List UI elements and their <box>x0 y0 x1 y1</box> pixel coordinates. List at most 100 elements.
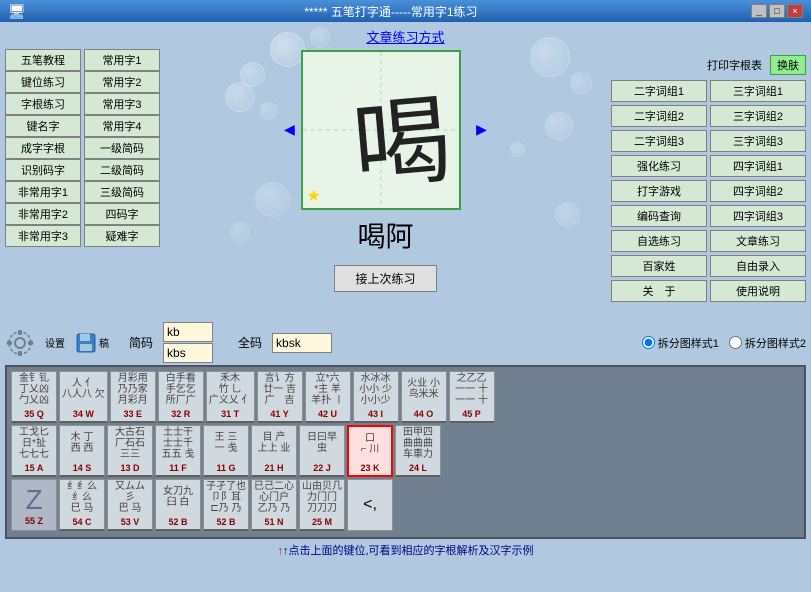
left-menu-btn[interactable]: 字根练习 <box>5 93 81 115</box>
char-prev-button[interactable]: ◄ <box>281 120 299 141</box>
left-menu-btn[interactable]: 疑难字 <box>84 225 160 247</box>
left-menu-btn[interactable]: 常用字4 <box>84 115 160 137</box>
right-menu-btn[interactable]: 二字词组2 <box>611 105 707 127</box>
fullcode-label: 全码 <box>238 334 262 351</box>
key-34-W[interactable]: 人 亻八人八 欠34 W <box>59 371 108 423</box>
radio-style1-input[interactable] <box>642 336 655 349</box>
fullcode-input[interactable] <box>272 333 332 353</box>
left-menu-btn[interactable]: 五笔教程 <box>5 49 81 71</box>
continue-button[interactable]: 接上次练习 <box>334 265 436 292</box>
key-13-D[interactable]: 大古石厂石石三三13 D <box>107 425 153 477</box>
right-menu-btn[interactable]: 三字词组2 <box>710 105 806 127</box>
char-next-button[interactable]: ► <box>473 120 491 141</box>
exchange-button[interactable]: 换肤 <box>770 55 806 75</box>
key-11-F[interactable]: 土士干士士千五五 戋11 F <box>155 425 201 477</box>
settings-icon[interactable] <box>5 328 35 358</box>
key-21-H[interactable]: 目 产上上 业21 H <box>251 425 297 477</box>
key-52-B[interactable]: 女刀九臼 白52 B <box>155 479 201 531</box>
left-menu-row-7: 非常用字2四码字 <box>5 203 160 225</box>
right-menu-btn[interactable]: 三字词组1 <box>710 80 806 102</box>
key-52-B[interactable]: 子孑了也卩阝耳⊏乃 乃52 B <box>203 479 249 531</box>
right-menu-btn[interactable]: 打字游戏 <box>611 180 707 202</box>
left-menu-btn[interactable]: 四码字 <box>84 203 160 225</box>
article-practice-link[interactable]: 文章练习方式 <box>366 30 444 45</box>
title-bar-title: ***** 五笔打字通-----常用字1练习 <box>31 3 751 20</box>
key-24-L[interactable]: 田甲四曲曲曲车車力24 L <box>395 425 441 477</box>
left-menu-btn[interactable]: 一级简码 <box>84 137 160 159</box>
left-menu-row-3: 键名字常用字4 <box>5 115 160 137</box>
radio-style2-input[interactable] <box>729 336 742 349</box>
key-11-G[interactable]: 王 三一 戋11 G <box>203 425 249 477</box>
key-44-O[interactable]: 火业 小鸟米米44 O <box>401 371 447 423</box>
left-menu-row-1: 键位练习常用字2 <box>5 71 160 93</box>
right-menu-btn[interactable]: 使用说明 <box>710 280 806 302</box>
settings-label: 设置 <box>45 335 65 350</box>
key-33-E[interactable]: 月彩用乃乃家月彩月33 E <box>110 371 156 423</box>
right-menu-btn[interactable]: 强化练习 <box>611 155 707 177</box>
key-43-I[interactable]: 水冰冰小小 少小小少43 I <box>353 371 399 423</box>
key-54-C[interactable]: 纟纟么纟么巳 马54 C <box>59 479 105 531</box>
left-menu-btn[interactable]: 键位练习 <box>5 71 81 93</box>
title-bar: 🖥 ***** 五笔打字通-----常用字1练习 _ □ × <box>0 0 811 22</box>
minimize-button[interactable]: _ <box>751 4 767 18</box>
key-31-T[interactable]: 禾木竹 乚广义乂 亻31 T <box>206 371 255 423</box>
right-menu-btn[interactable]: 四字词组2 <box>710 180 806 202</box>
key-35-Q[interactable]: 金钅钆丁乂凶勹乂凶35 Q <box>11 371 57 423</box>
right-menu-grid: 二字词组1三字词组1二字词组2三字词组2二字词组3三字词组3强化练习四字词组1打… <box>611 80 806 302</box>
left-menu-btn[interactable]: 二级简码 <box>84 159 160 181</box>
left-menu-row-4: 成字字根一级简码 <box>5 137 160 159</box>
key-15-A[interactable]: 工戈匕日*扯七七七15 A <box>11 425 57 477</box>
right-menu-btn[interactable]: 编码查询 <box>611 205 707 227</box>
right-menu-btn[interactable]: 四字词组1 <box>710 155 806 177</box>
print-button[interactable]: 打印字根表 <box>707 57 762 73</box>
key-53-V[interactable]: 又ムム彡巴 马53 V <box>107 479 153 531</box>
left-menu-btn[interactable]: 常用字3 <box>84 93 160 115</box>
code-input-2[interactable] <box>163 343 213 363</box>
left-menu-row-0: 五笔教程常用字1 <box>5 49 160 71</box>
left-menu-btn[interactable]: 常用字1 <box>84 49 160 71</box>
right-menu-btn[interactable]: 文章练习 <box>710 230 806 252</box>
keyboard-row-3: Z55 Z纟纟么纟么巳 马54 C又ムム彡巴 马53 V女刀九臼 白52 B子孑… <box>11 479 800 531</box>
key-z[interactable]: Z55 Z <box>11 479 57 531</box>
radio-style2[interactable]: 拆分图样式2 <box>729 335 806 351</box>
left-menu-btn[interactable]: 三级简码 <box>84 181 160 203</box>
key-32-R[interactable]: 白手看手乞乞所厂广32 R <box>158 371 204 423</box>
right-menu-btn[interactable]: 三字词组3 <box>710 130 806 152</box>
right-menu-btn[interactable]: 四字词组3 <box>710 205 806 227</box>
right-panel: 打印字根表 换肤 二字词组1三字词组1二字词组2三字词组2二字词组3三字词组3强… <box>611 50 806 320</box>
left-menu-btn[interactable]: 非常用字2 <box>5 203 81 225</box>
svg-text:喝: 喝 <box>348 85 455 202</box>
key-23-K[interactable]: 口⌐ 川23 K <box>347 425 393 477</box>
right-menu-btn[interactable]: 自由录入 <box>710 255 806 277</box>
left-menu-btn[interactable]: 常用字2 <box>84 71 160 93</box>
key-45-P[interactable]: 之乙乙一一 十一一 十45 P <box>449 371 495 423</box>
close-button[interactable]: × <box>787 4 803 18</box>
title-bar-buttons: _ □ × <box>751 4 803 18</box>
keyboard-row-1: 金钅钆丁乂凶勹乂凶35 Q人 亻八人八 欠34 W月彩用乃乃家月彩月33 E白手… <box>11 371 800 423</box>
save-icon[interactable]: 稿 <box>75 332 109 354</box>
key-51-N[interactable]: 已己二心心门户乙乃 乃51 N <box>251 479 297 531</box>
left-menu-btn[interactable]: 键名字 <box>5 115 81 137</box>
right-menu-btn[interactable]: 关 于 <box>611 280 707 302</box>
key-42-U[interactable]: 立*六*主 羊羊扑 〡42 U <box>305 371 351 423</box>
right-menu-btn[interactable]: 百家姓 <box>611 255 707 277</box>
left-menu-btn[interactable]: 非常用字1 <box>5 181 81 203</box>
right-menu-btn[interactable]: 二字词组3 <box>611 130 707 152</box>
right-menu-btn[interactable]: 二字词组1 <box>611 80 707 102</box>
left-menu-btn[interactable]: 识别码字 <box>5 159 81 181</box>
right-top-row: 打印字根表 换肤 <box>611 55 806 75</box>
key-comma[interactable]: <, <box>347 479 393 531</box>
app-icon: 🖥 <box>8 3 26 20</box>
key-22-J[interactable]: 日曰早虫22 J <box>299 425 345 477</box>
char-star: ★ <box>307 186 321 206</box>
key-25-M[interactable]: 山由贝几力门门刀刀刀25 M <box>299 479 345 531</box>
right-menu-btn[interactable]: 自选练习 <box>611 230 707 252</box>
bottom-tip: ↑↑点击上面的键位,可看到相应的字根解析及汉字示例 <box>5 542 806 558</box>
radio-style1[interactable]: 拆分图样式1 <box>642 335 719 351</box>
left-menu-btn[interactable]: 非常用字3 <box>5 225 81 247</box>
code-input-1[interactable] <box>163 322 213 342</box>
maximize-button[interactable]: □ <box>769 4 785 18</box>
left-menu-btn[interactable]: 成字字根 <box>5 137 81 159</box>
key-41-Y[interactable]: 言讠方廿一 吉广 吉41 Y <box>257 371 303 423</box>
key-14-S[interactable]: 木 丁西 西14 S <box>59 425 105 477</box>
